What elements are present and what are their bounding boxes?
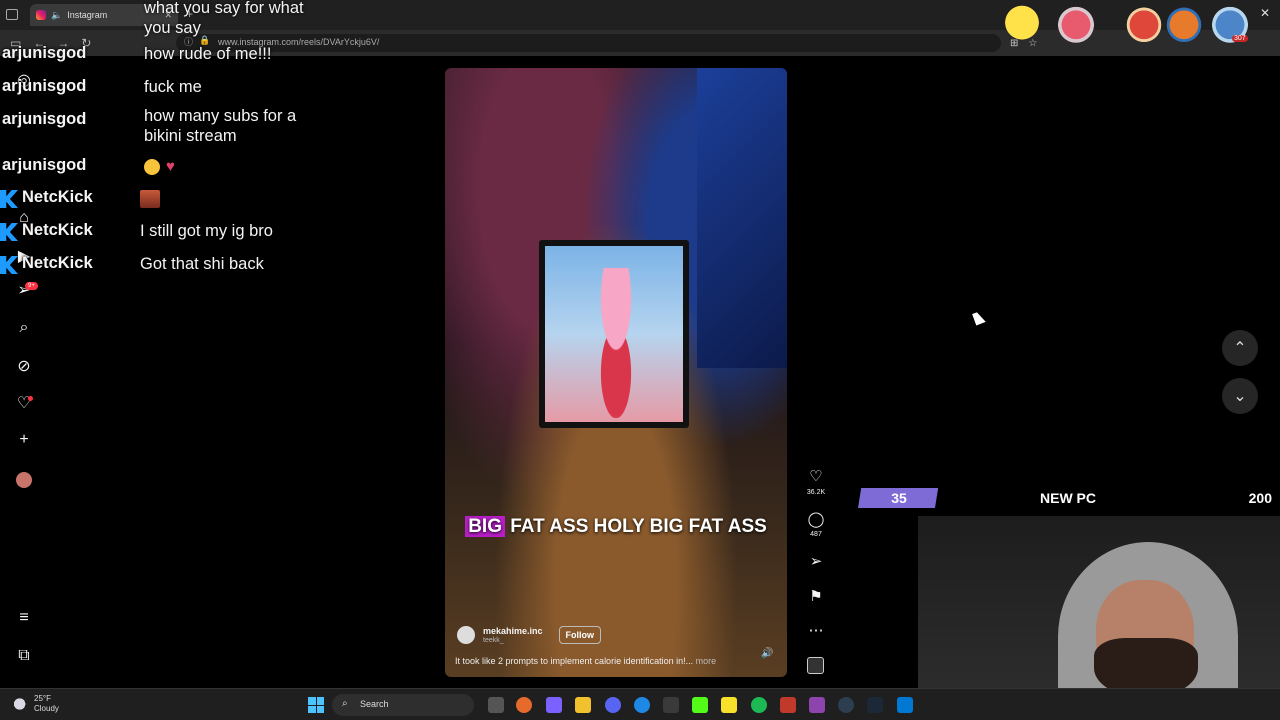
author-avatar[interactable] [457, 626, 475, 644]
obs-icon[interactable] [838, 697, 854, 713]
pensive-emoji-icon [144, 158, 160, 175]
charizard-sprite [1158, 5, 1210, 49]
edge-icon[interactable] [634, 697, 650, 713]
file-explorer-icon[interactable] [575, 697, 591, 713]
streamer-beard [1094, 638, 1198, 688]
speaker-icon[interactable]: 🔊 [761, 648, 773, 659]
instagram-logo-icon [36, 10, 46, 20]
tab-title: Instagram [67, 10, 108, 20]
description-text: It took like 2 prompts to implement calo… [455, 656, 694, 666]
chat-emotes: ♥ [144, 156, 324, 177]
author-subtitle: teekk_ [483, 637, 504, 644]
menu-icon[interactable]: ≡ [14, 608, 34, 628]
audio-track-thumbnail[interactable] [807, 657, 824, 674]
sticky-notes-icon[interactable] [721, 697, 737, 713]
search-icon: ⌕ [342, 698, 348, 709]
chat-message-text: how many subs for a bikini stream [144, 107, 297, 145]
spotify-icon[interactable] [751, 697, 767, 713]
firefox-icon[interactable] [516, 697, 532, 713]
steam-icon[interactable] [867, 697, 883, 713]
goal-current: 35 [891, 490, 907, 506]
reel-description: It took like 2 prompts to implement calo… [455, 656, 716, 666]
background-monitor [697, 68, 787, 368]
chat-message-text: I still got my ig bro [140, 222, 273, 240]
discord-icon[interactable] [605, 697, 621, 713]
pokeball-count: 307 [1232, 35, 1248, 42]
copilot-icon[interactable] [546, 697, 562, 713]
chat-username: arjunisgod [2, 110, 87, 128]
mouse-cursor-icon [972, 310, 986, 326]
comment-count: 487 [810, 531, 822, 538]
search-icon[interactable]: ⌕ [14, 318, 34, 338]
windows-start-icon[interactable] [308, 697, 324, 713]
chat-message-text: what you say for what you say [144, 0, 304, 37]
follow-button[interactable]: Follow [558, 626, 602, 644]
sub-goal-bar: 35 NEW PC 200 [858, 488, 1280, 508]
caption-highlight-word: BIG [465, 516, 505, 537]
weather-temp: 25°F [34, 694, 51, 703]
anime-character [581, 268, 651, 418]
chat-username: arjunisgod [2, 156, 87, 174]
broken-heart-emoji-icon: ♥ [166, 157, 175, 175]
close-window-icon[interactable]: ✕ [1260, 6, 1270, 20]
windows-taskbar: 25°F Cloudy Search ⌕ [0, 688, 1280, 720]
chat-message-text: Got that shi back [140, 255, 264, 273]
more-options-icon[interactable]: ⋯ [805, 621, 827, 639]
like-count: 36.2K [806, 489, 826, 496]
chat-username: arjunisgod [2, 77, 87, 95]
chat-emote [140, 188, 320, 208]
reel-video[interactable]: BIG FAT ASS HOLY BIG FAT ASS mekahime.in… [445, 68, 787, 677]
streamer-webcam [918, 516, 1280, 688]
goal-target: 200 [1248, 490, 1272, 506]
also-from-meta-icon[interactable]: ⧉ [14, 646, 34, 666]
messages-badge: 9+ [25, 282, 38, 290]
pikachu-sprite [996, 5, 1048, 49]
app-icon-purple[interactable] [809, 697, 825, 713]
goal-label: NEW PC [1040, 490, 1096, 506]
instagram-sidebar: ◎ ⌂ ▶ ➢ 9+ ⌕ ⊘ ♡ + ≡ ⧉ [0, 56, 48, 688]
comment-icon[interactable]: ◯ [805, 510, 827, 528]
chat-username: NetcKick [22, 254, 93, 272]
share-send-icon[interactable]: ➢ [805, 552, 827, 570]
like-heart-icon[interactable]: ♡ [805, 467, 827, 485]
chat-username: NetcKick [22, 188, 93, 206]
reel-author: mekahime.inc teekk_ Follow [457, 626, 602, 644]
weather-widget[interactable]: 25°F Cloudy [14, 694, 59, 714]
weather-text: 25°F Cloudy [34, 694, 59, 714]
notification-dot [28, 396, 33, 401]
taskbar-search[interactable]: Search [332, 694, 474, 716]
app-icon-red[interactable] [780, 697, 796, 713]
tab-actions-icon[interactable] [6, 9, 18, 20]
profile-avatar[interactable] [16, 472, 32, 488]
custom-emote-icon [140, 189, 160, 208]
kick-app-icon[interactable] [692, 697, 708, 713]
chat-username: NetcKick [22, 221, 93, 239]
store-icon[interactable] [663, 697, 679, 713]
create-plus-icon[interactable]: + [14, 430, 34, 450]
app-icon-blue[interactable] [897, 697, 913, 713]
author-username[interactable]: mekahime.inc [483, 626, 543, 636]
save-bookmark-icon[interactable]: ⚑ [805, 587, 827, 605]
chat-message-text: how rude of me!!! [144, 45, 272, 63]
pokemon-sprite-2 [1050, 5, 1102, 49]
chat-message-text: fuck me [144, 78, 202, 96]
weather-condition: Cloudy [34, 704, 59, 713]
cloud-icon [14, 698, 28, 710]
task-view-icon[interactable] [488, 697, 504, 713]
mute-tab-icon[interactable]: 🔈 [51, 10, 62, 21]
window-controls: ✕ [1260, 6, 1270, 20]
reel-caption: BIG FAT ASS HOLY BIG FAT ASS [445, 516, 787, 538]
caption-text: FAT ASS HOLY BIG FAT ASS [510, 516, 767, 537]
chat-username: arjunisgod [2, 44, 87, 62]
more-link[interactable]: more [696, 656, 717, 666]
previous-reel-chevron-up-icon[interactable]: ⌃ [1222, 330, 1258, 366]
next-reel-chevron-down-icon[interactable]: ⌄ [1222, 378, 1258, 414]
author-names: mekahime.inc teekk_ [483, 626, 543, 644]
explore-icon[interactable]: ⊘ [14, 356, 34, 376]
pokemon-sprite-5 [1204, 5, 1256, 49]
